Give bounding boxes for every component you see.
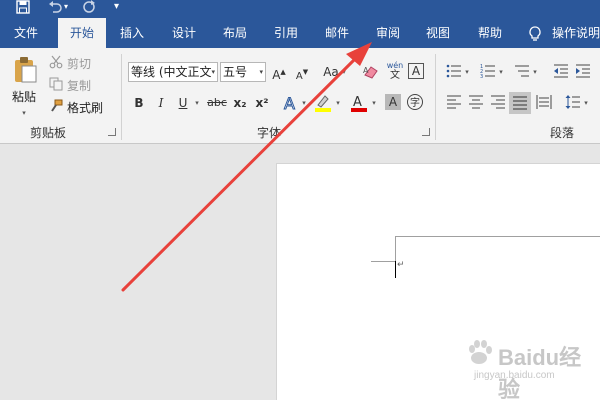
watermark-url: jingyan.baidu.com (474, 370, 555, 381)
baidu-watermark: Baidu经验 jingyan.baidu.com (460, 334, 590, 400)
baidu-paw-icon (469, 340, 492, 364)
